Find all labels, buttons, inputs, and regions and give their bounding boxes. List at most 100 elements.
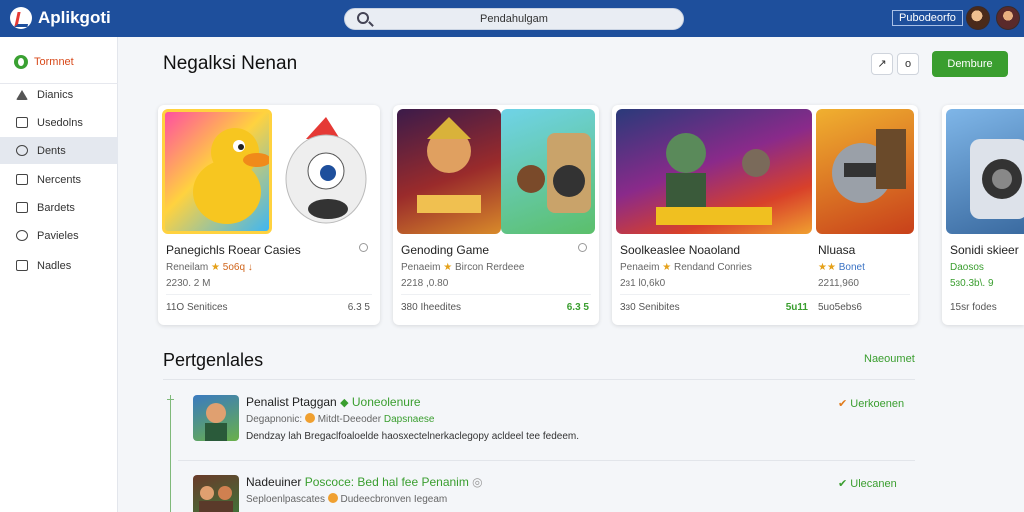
warrior-icon xyxy=(417,117,481,213)
app-name[interactable]: Sonidi skieer xyxy=(950,243,1019,257)
duck-icon xyxy=(193,128,269,224)
page-title: Negalksi Nenan xyxy=(163,53,298,74)
app-size: 2211,960 xyxy=(818,278,859,289)
sidebar-item-dianics[interactable]: Dianics xyxy=(0,81,118,108)
character-icon xyxy=(205,403,227,441)
app-rating: 6.3 5 xyxy=(566,302,589,313)
sidebar-item-label: Nadles xyxy=(37,259,72,272)
top-header-button[interactable]: Pubodeorfo xyxy=(892,10,963,26)
bag-icon xyxy=(16,117,28,128)
app-meta: Reneilam ★ 5o6q ↓ xyxy=(166,262,253,273)
app-size: 2ɜ1 l0,6k0 xyxy=(620,278,666,289)
coin-icon xyxy=(327,493,338,503)
rocket-icon xyxy=(285,117,367,224)
list-item-title[interactable]: Penalist Ptaggan ◆ Uoneolenure xyxy=(246,395,421,409)
app-name[interactable]: Soolkeaslee Noaoland xyxy=(620,243,740,257)
timeline-tick xyxy=(167,399,174,400)
app-name[interactable]: Genoding Game xyxy=(401,243,489,257)
options-button[interactable]: o xyxy=(897,53,919,75)
info-icon[interactable] xyxy=(359,243,368,252)
app-thumbnail[interactable] xyxy=(162,109,272,234)
app-logo[interactable]: Aplikgoti xyxy=(10,7,111,29)
row-divider xyxy=(178,460,915,461)
app-card[interactable]: Genoding Game Penaeim ★ Bircon Rerdeee 2… xyxy=(393,105,599,325)
coin-icon xyxy=(304,413,315,423)
see-all-link[interactable]: Naeoumet xyxy=(864,353,915,365)
avatar[interactable] xyxy=(966,6,990,30)
app-meta: Penaeim ★ Rendand Conries xyxy=(620,262,752,273)
timeline-rail xyxy=(170,395,171,512)
install-button[interactable]: ✔ Uerkoenen xyxy=(838,397,904,410)
card-divider xyxy=(620,294,910,295)
badge-icon: ◆ xyxy=(340,397,349,409)
app-thumbnail[interactable] xyxy=(397,109,501,234)
sidebar-top-label: Tormnet xyxy=(34,56,74,68)
share-button[interactable]: ↗ xyxy=(871,53,893,75)
card-divider xyxy=(401,294,591,295)
pin-icon xyxy=(16,89,28,100)
app-card[interactable]: Soolkeaslee Noaoland Penaeim ★ Rendand C… xyxy=(612,105,918,325)
monitor-icon xyxy=(16,174,28,185)
group-icon xyxy=(199,486,233,512)
app-thumbnail[interactable] xyxy=(501,109,595,234)
list-item[interactable]: Nadeuiner Poscoce: Bed hal fee Penanim ◎… xyxy=(178,475,918,512)
download-count: 380 Iheedites xyxy=(401,302,462,313)
search-icon xyxy=(16,145,28,156)
sidebar-item-label: Bardets xyxy=(37,201,75,214)
sidebar-item-label: Pavieles xyxy=(37,229,79,242)
sidebar-item-nadles[interactable]: Nadles xyxy=(0,252,118,279)
app-meta: Daosos xyxy=(950,262,984,273)
app-thumbnail[interactable] xyxy=(946,109,1024,234)
sidebar-item-bardets[interactable]: Bardets xyxy=(0,194,118,221)
app-thumbnail[interactable] xyxy=(276,109,376,234)
store-icon xyxy=(14,55,28,69)
app-name: Aplikgoti xyxy=(38,8,111,27)
controller-icon xyxy=(970,139,1024,219)
app-name[interactable]: Nluasa xyxy=(818,243,855,257)
search-input[interactable]: Pendahulgam xyxy=(345,13,683,25)
download-count: 5uo5ebs6 xyxy=(818,302,862,313)
app-rating: 5u11 xyxy=(785,302,808,313)
app-card[interactable]: Sonidi skieer Daosos 5ɜ0.3b\. 9 15sr fod… xyxy=(942,105,1024,325)
app-thumbnail[interactable] xyxy=(193,395,239,441)
battle-icon xyxy=(656,133,772,225)
list-item-subtitle: Seploenlpascates Dudeecbronven Iegeam xyxy=(246,493,448,505)
sidebar-item-usedolns[interactable]: Usedolns xyxy=(0,109,118,136)
app-size: 2230. 2 M xyxy=(166,278,211,289)
robot-icon xyxy=(832,129,906,203)
app-name[interactable]: Panegichls Roear Casies xyxy=(166,243,301,257)
sidebar-item-pavieles[interactable]: Pavieles xyxy=(0,222,118,249)
info-icon[interactable] xyxy=(578,243,587,252)
avatar-secondary[interactable] xyxy=(996,6,1020,30)
download-count: 3ɜ0 Senibites xyxy=(620,302,680,313)
sidebar-item-label: Dianics xyxy=(37,88,74,101)
app-thumbnail[interactable] xyxy=(193,475,239,512)
list-item-title[interactable]: Nadeuiner Poscoce: Bed hal fee Penanim ◎ xyxy=(246,475,483,489)
app-meta: Penaeim ★ Bircon Rerdeee xyxy=(401,262,525,273)
check-icon: ✔ xyxy=(838,398,848,410)
circle-icon xyxy=(16,230,28,241)
app-thumbnail[interactable] xyxy=(616,109,812,234)
list-item[interactable]: Penalist Ptaggan ◆ Uoneolenure Degapnoni… xyxy=(178,395,918,457)
app-thumbnail[interactable] xyxy=(816,109,914,234)
sidebar-item-label: Nercents xyxy=(37,173,82,186)
main-content: Negalksi Nenan ↗ o Dembure Panegichls Ro… xyxy=(118,37,1024,512)
sidebar-item-label: Usedolns xyxy=(37,116,83,129)
primary-action-button[interactable]: Dembure xyxy=(932,51,1008,77)
list-item-subtitle: Degapnonic: Mitdt-Deeoder Dapsnaese xyxy=(246,413,435,425)
sidebar-top-item[interactable]: Tormnet xyxy=(6,51,112,73)
list-item-description: Dendzay lah Bregaclfoaloelde haosxecteln… xyxy=(246,431,579,442)
check-icon: ✔ xyxy=(838,478,848,490)
install-button[interactable]: ✔ Ulecanen xyxy=(838,477,897,490)
app-size: 5ɜ0.3b\. 9 xyxy=(950,278,994,289)
app-meta: ★★ Bonet xyxy=(818,262,865,273)
card-divider xyxy=(166,294,372,295)
sidebar-item-nercents[interactable]: Nercents xyxy=(0,166,118,193)
app-card[interactable]: Panegichls Roear Casies Reneilam ★ 5o6q … xyxy=(158,105,380,325)
logo-icon xyxy=(10,7,32,29)
sidebar-item-label: Dents xyxy=(37,144,66,157)
search-bar[interactable]: Pendahulgam xyxy=(344,8,684,30)
download-count: 11O Senitices xyxy=(166,302,228,313)
sidebar-item-dents[interactable]: Dents xyxy=(0,137,118,164)
speaker-icon xyxy=(517,133,591,213)
